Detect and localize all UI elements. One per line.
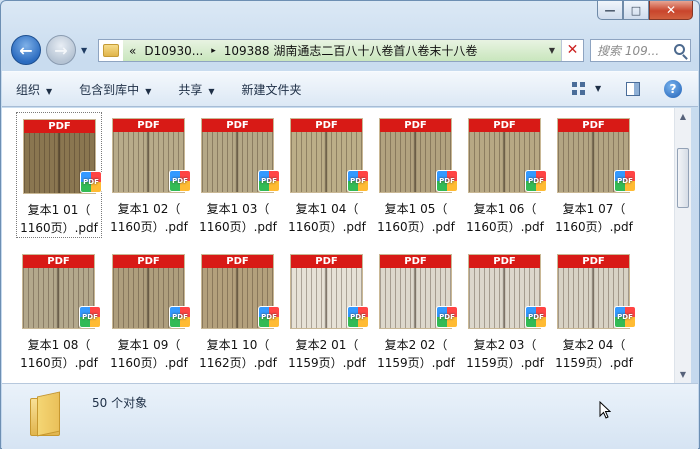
- search-placeholder: 搜索 109...: [597, 44, 660, 58]
- pdf-banner: PDF: [23, 255, 94, 268]
- recent-pages-dropdown-icon[interactable]: ▼: [81, 46, 87, 55]
- scroll-down-icon[interactable]: ▼: [675, 366, 691, 383]
- pdf-file-icon: PDF: [79, 306, 101, 328]
- pdf-banner: PDF: [202, 255, 273, 268]
- pdf-file-icon: PDF: [436, 170, 458, 192]
- forward-button[interactable]: →: [46, 35, 76, 65]
- explorer-window: — □ ✕ ← → ▼ « D10930... ▸ 109388 湖南通志二百八…: [0, 0, 700, 449]
- file-name: 复本1 09（ 1160页）.pdf: [110, 338, 188, 370]
- breadcrumb-segment-parent[interactable]: D10930...: [144, 44, 203, 58]
- help-icon[interactable]: ?: [664, 80, 682, 98]
- close-button[interactable]: ✕: [649, 1, 693, 20]
- pdf-file-icon: PDF: [347, 306, 369, 328]
- pdf-file-icon: PDF: [525, 306, 547, 328]
- pdf-file-icon: PDF: [80, 171, 102, 193]
- file-item[interactable]: PDF PDF 复本1 03（ 1160页）.pdf: [195, 112, 281, 238]
- breadcrumb-overflow-chevron[interactable]: «: [129, 44, 136, 58]
- file-name: 复本2 01（ 1159页）.pdf: [288, 338, 366, 370]
- pdf-banner: PDF: [558, 255, 629, 268]
- pdf-banner: PDF: [291, 255, 362, 268]
- file-name: 复本2 03（ 1159页）.pdf: [466, 338, 544, 370]
- file-name: 复本1 10（ 1162页）.pdf: [199, 338, 277, 370]
- pdf-banner: PDF: [113, 255, 184, 268]
- file-item[interactable]: PDF PDF 复本1 07（ 1160页）.pdf: [551, 112, 637, 238]
- pdf-file-icon: PDF: [169, 306, 191, 328]
- file-name: 复本1 08（ 1160页）.pdf: [20, 338, 98, 370]
- back-button[interactable]: ←: [11, 35, 41, 65]
- address-bar[interactable]: « D10930... ▸ 109388 湖南通志二百八十八卷首八卷末十八卷 ▼…: [98, 39, 584, 62]
- pdf-file-icon: PDF: [347, 170, 369, 192]
- pdf-banner: PDF: [558, 119, 629, 132]
- file-item[interactable]: PDF PDF 复本2 01（ 1159页）.pdf: [284, 248, 370, 374]
- pdf-file-icon: PDF: [614, 306, 636, 328]
- file-item[interactable]: PDF PDF 复本1 08（ 1160页）.pdf: [16, 248, 102, 374]
- file-name: 复本1 03（ 1160页）.pdf: [199, 202, 277, 234]
- file-name: 复本1 07（ 1160页）.pdf: [555, 202, 633, 234]
- file-item[interactable]: PDF PDF 复本1 09（ 1160页）.pdf: [106, 248, 192, 374]
- file-item[interactable]: PDF PDF 复本1 02（ 1160页）.pdf: [106, 112, 192, 238]
- view-options-dropdown-icon[interactable]: ▼: [595, 84, 601, 93]
- pdf-banner: PDF: [469, 255, 540, 268]
- pdf-banner: PDF: [113, 119, 184, 132]
- scroll-up-icon[interactable]: ▲: [675, 108, 691, 125]
- details-pane: 50 个对象: [2, 383, 698, 449]
- maximize-button[interactable]: □: [623, 1, 649, 20]
- new-folder-button[interactable]: 新建文件夹: [242, 81, 302, 98]
- change-view-icon[interactable]: [572, 82, 586, 96]
- file-item[interactable]: PDF PDF 复本2 02（ 1159页）.pdf: [373, 248, 459, 374]
- file-list[interactable]: PDF PDF 复本1 01（ 1160页）.pdf PDF PDF 复本1 02（ 1160…: [2, 108, 674, 383]
- file-name: 复本1 04（ 1160页）.pdf: [288, 202, 366, 234]
- preview-pane-icon[interactable]: [626, 82, 640, 96]
- pdf-banner: PDF: [291, 119, 362, 132]
- minimize-button[interactable]: —: [597, 1, 623, 20]
- pdf-banner: PDF: [380, 255, 451, 268]
- pdf-banner: PDF: [469, 119, 540, 132]
- caption-buttons: — □ ✕: [597, 1, 693, 20]
- pdf-file-icon: PDF: [525, 170, 547, 192]
- file-item[interactable]: PDF PDF 复本1 04（ 1160页）.pdf: [284, 112, 370, 238]
- organize-button[interactable]: 组织 ▼: [16, 81, 52, 98]
- file-item[interactable]: PDF PDF 复本1 06（ 1160页）.pdf: [462, 112, 548, 238]
- scrollbar-thumb[interactable]: [677, 148, 689, 208]
- pdf-file-icon: PDF: [436, 306, 458, 328]
- file-item[interactable]: PDF PDF 复本1 10（ 1162页）.pdf: [195, 248, 281, 374]
- search-input[interactable]: 搜索 109...: [590, 39, 691, 62]
- command-bar: 组织 ▼ 包含到库中 ▼ 共享 ▼ 新建文件夹 ▼ ?: [2, 71, 698, 107]
- pdf-file-icon: PDF: [258, 170, 280, 192]
- breadcrumb[interactable]: « D10930... ▸ 109388 湖南通志二百八十八卷首八卷末十八卷: [123, 40, 543, 61]
- pdf-file-icon: PDF: [614, 170, 636, 192]
- file-name: 复本1 01（ 1160页）.pdf: [20, 203, 98, 235]
- breadcrumb-separator-icon[interactable]: ▸: [211, 46, 216, 56]
- breadcrumb-segment-current[interactable]: 109388 湖南通志二百八十八卷首八卷末十八卷: [224, 42, 478, 59]
- address-dropdown-icon[interactable]: ▼: [543, 40, 561, 61]
- file-name: 复本1 06（ 1160页）.pdf: [466, 202, 544, 234]
- file-name: 复本2 04（ 1159页）.pdf: [555, 338, 633, 370]
- include-in-library-button[interactable]: 包含到库中 ▼: [79, 81, 151, 98]
- file-item[interactable]: PDF PDF 复本1 05（ 1160页）.pdf: [373, 112, 459, 238]
- pdf-banner: PDF: [202, 119, 273, 132]
- pdf-banner: PDF: [24, 120, 95, 133]
- item-count: 50 个对象: [92, 396, 148, 410]
- stop-icon[interactable]: ✕: [561, 40, 583, 61]
- mouse-cursor-icon: [599, 401, 611, 419]
- file-item[interactable]: PDF PDF 复本2 04（ 1159页）.pdf: [551, 248, 637, 374]
- search-icon: [674, 44, 685, 55]
- file-item[interactable]: PDF PDF 复本2 03（ 1159页）.pdf: [462, 248, 548, 374]
- pdf-file-icon: PDF: [169, 170, 191, 192]
- file-name: 复本1 02（ 1160页）.pdf: [110, 202, 188, 234]
- folder-icon: [30, 391, 62, 437]
- folder-icon: [103, 44, 119, 57]
- file-item[interactable]: PDF PDF 复本1 01（ 1160页）.pdf: [16, 112, 102, 238]
- vertical-scrollbar[interactable]: ▲ ▼: [674, 108, 691, 383]
- share-button[interactable]: 共享 ▼: [178, 81, 214, 98]
- pdf-banner: PDF: [380, 119, 451, 132]
- file-name: 复本2 02（ 1159页）.pdf: [377, 338, 455, 370]
- pdf-file-icon: PDF: [258, 306, 280, 328]
- file-name: 复本1 05（ 1160页）.pdf: [377, 202, 455, 234]
